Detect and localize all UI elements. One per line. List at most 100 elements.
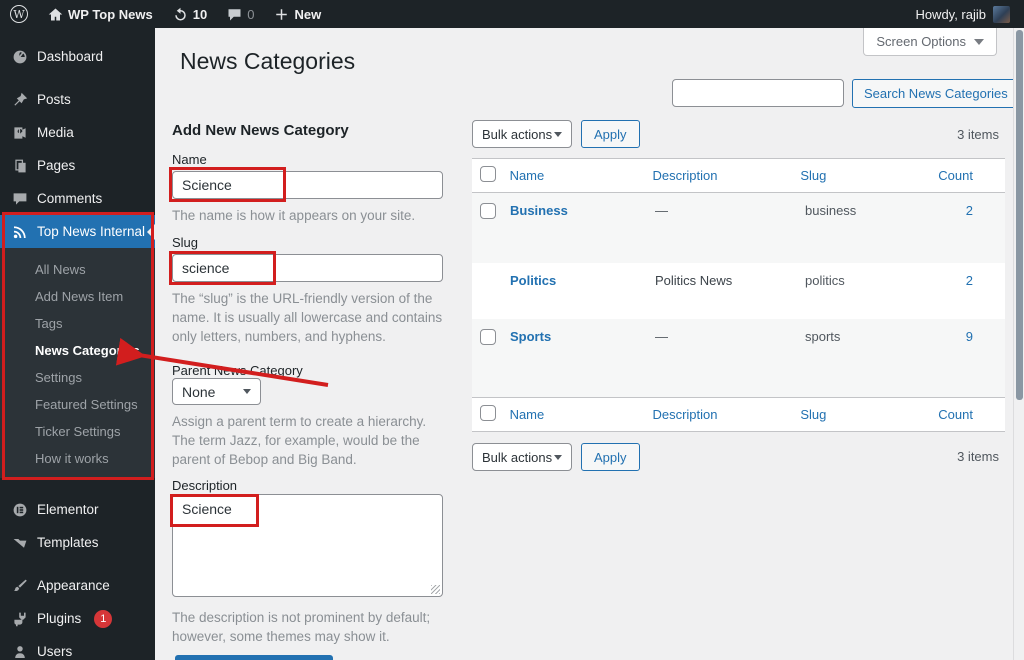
items-count-top: 3 items: [957, 127, 999, 142]
sidebar-item-top-news-internal[interactable]: Top News Internal: [0, 215, 155, 248]
sidebar-item-label: Elementor: [37, 502, 99, 517]
category-count-link[interactable]: 9: [966, 329, 973, 344]
paintbrush-icon: [11, 578, 28, 594]
plus-icon: [274, 7, 289, 22]
sidebar-item-comments[interactable]: Comments: [0, 182, 155, 215]
category-name-link[interactable]: Politics: [510, 273, 556, 288]
submenu-item-how-it-works[interactable]: How it works: [0, 445, 155, 472]
new-label: New: [294, 6, 322, 22]
apply-button-bottom[interactable]: Apply: [581, 443, 640, 471]
new-content-button[interactable]: New: [264, 0, 331, 28]
sidebar-item-media[interactable]: Media: [0, 116, 155, 149]
top-news-submenu: All News Add News Item Tags News Categor…: [0, 248, 155, 478]
updates-icon: [173, 7, 188, 22]
sidebar-item-users[interactable]: Users: [0, 635, 155, 660]
wordpress-admin-page: W WP Top News 10 0 New Howdy, rajib Dash…: [0, 0, 1024, 660]
sidebar-item-dashboard[interactable]: Dashboard: [0, 40, 155, 73]
bulk-actions-select-bottom[interactable]: Bulk actions: [472, 443, 572, 471]
comments-count: 0: [247, 6, 255, 22]
screen-options-label: Screen Options: [876, 34, 966, 49]
submenu-item-settings[interactable]: Settings: [0, 364, 155, 391]
category-count-link[interactable]: 2: [966, 273, 973, 288]
row-checkbox[interactable]: [480, 203, 496, 219]
user-avatar[interactable]: [993, 5, 1010, 23]
submenu-item-all-news[interactable]: All News: [0, 256, 155, 283]
plugin-icon: [11, 611, 28, 627]
sidebar-item-label: Pages: [37, 158, 76, 173]
add-category-submit-button[interactable]: Add New News Category: [175, 655, 333, 660]
column-footer-name[interactable]: Name: [510, 407, 653, 422]
sidebar-item-appearance[interactable]: Appearance: [0, 569, 155, 602]
column-footer-slug[interactable]: Slug: [800, 407, 938, 422]
comments-button[interactable]: 0: [217, 0, 264, 28]
sidebar-item-elementor[interactable]: Elementor: [0, 493, 155, 526]
page-title: News Categories: [180, 48, 356, 74]
bulk-actions-value: Bulk actions: [482, 126, 553, 142]
home-icon: [48, 7, 63, 22]
submenu-item-ticker-settings[interactable]: Ticker Settings: [0, 418, 155, 445]
search-input[interactable]: [672, 79, 844, 107]
sidebar-item-label: Posts: [37, 92, 71, 107]
sidebar-item-label: Users: [37, 644, 73, 659]
page-scrollbar[interactable]: [1013, 28, 1024, 660]
chevron-down-icon: [554, 131, 562, 137]
search-news-categories-button[interactable]: Search News Categories: [852, 79, 1020, 108]
column-header-slug[interactable]: Slug: [800, 168, 938, 183]
parent-category-label: Parent News Category: [172, 363, 303, 378]
chevron-down-icon: [554, 454, 562, 460]
site-name-label: WP Top News: [68, 6, 153, 22]
sidebar-item-plugins[interactable]: Plugins 1: [0, 602, 155, 635]
name-input[interactable]: [172, 171, 443, 199]
column-header-description[interactable]: Description: [652, 168, 800, 183]
scrollbar-thumb[interactable]: [1016, 30, 1023, 400]
sidebar-item-label: Templates: [37, 535, 99, 550]
submenu-item-tags[interactable]: Tags: [0, 310, 155, 337]
table-row: Business — business 2: [472, 193, 1005, 263]
apply-button-top[interactable]: Apply: [581, 120, 640, 148]
slug-input[interactable]: [172, 254, 443, 282]
table-row: Politics Politics News politics 2: [472, 263, 1005, 319]
column-footer-count[interactable]: Count: [938, 407, 1005, 422]
category-slug: business: [805, 203, 857, 218]
chevron-down-icon: [243, 389, 251, 394]
table-row: Sports — sports 9: [472, 319, 1005, 397]
bulk-actions-value: Bulk actions: [482, 449, 553, 465]
table-footer-row: Name Description Slug Count: [472, 397, 1005, 431]
dashboard-gauge-icon: [11, 49, 28, 65]
slug-label: Slug: [172, 235, 199, 250]
folder-icon: [11, 535, 28, 551]
updates-button[interactable]: 10: [163, 0, 217, 28]
submenu-item-add-news-item[interactable]: Add News Item: [0, 283, 155, 310]
submenu-item-featured-settings[interactable]: Featured Settings: [0, 391, 155, 418]
category-description: Politics News: [655, 273, 733, 288]
parent-category-select[interactable]: None: [172, 378, 261, 405]
wordpress-logo-button[interactable]: W: [0, 0, 38, 28]
sidebar-item-label: Media: [37, 125, 74, 140]
textarea-resize-handle[interactable]: [431, 585, 440, 594]
sidebar-item-templates[interactable]: Templates: [0, 526, 155, 559]
elementor-icon: [11, 502, 28, 518]
category-count-link[interactable]: 2: [966, 203, 973, 218]
admin-bar: W WP Top News 10 0 New Howdy, rajib: [0, 0, 1024, 28]
comment-bubble-icon: [227, 7, 242, 22]
howdy-greeting[interactable]: Howdy, rajib: [915, 7, 986, 22]
column-header-count[interactable]: Count: [938, 168, 1005, 183]
screen-options-button[interactable]: Screen Options: [863, 28, 997, 56]
description-textarea[interactable]: Science: [172, 494, 443, 597]
category-description: —: [655, 329, 668, 344]
site-name-button[interactable]: WP Top News: [38, 0, 163, 28]
category-name-link[interactable]: Sports: [510, 329, 551, 344]
categories-table: Name Description Slug Count Business — b…: [472, 158, 1005, 432]
category-name-link[interactable]: Business: [510, 203, 568, 218]
sidebar-item-pages[interactable]: Pages: [0, 149, 155, 182]
table-header-row: Name Description Slug Count: [472, 159, 1005, 193]
category-description: —: [655, 203, 668, 218]
select-all-checkbox[interactable]: [480, 405, 496, 421]
row-checkbox[interactable]: [480, 329, 496, 345]
column-footer-description[interactable]: Description: [652, 407, 800, 422]
sidebar-item-posts[interactable]: Posts: [0, 83, 155, 116]
submenu-item-news-categories[interactable]: News Categories: [0, 337, 155, 364]
bulk-actions-select-top[interactable]: Bulk actions: [472, 120, 572, 148]
column-header-name[interactable]: Name: [510, 168, 653, 183]
select-all-checkbox[interactable]: [480, 166, 496, 182]
